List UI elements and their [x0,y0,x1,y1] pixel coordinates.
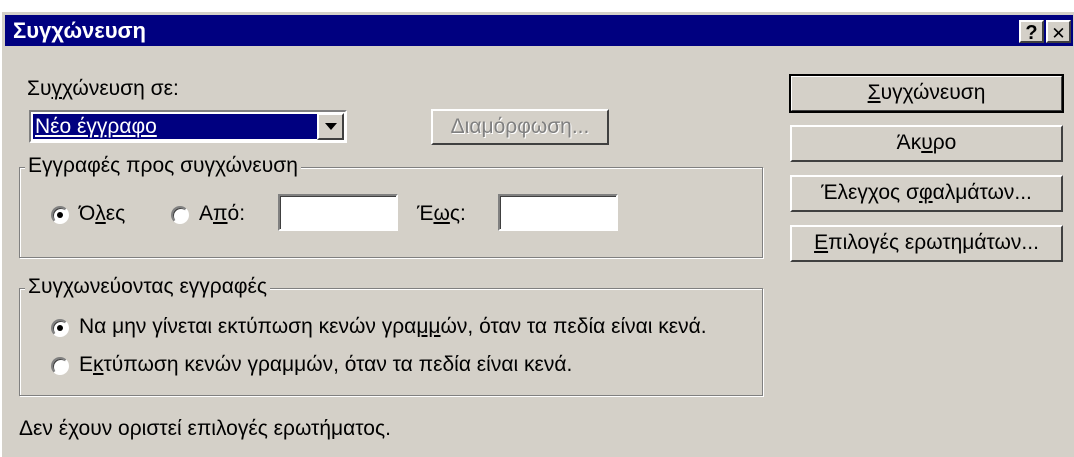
merge-button[interactable]: Συγχώνευση [789,74,1064,113]
help-icon: ? [1025,22,1038,44]
query-options-button[interactable]: Επιλογές ερωτημάτων... [790,225,1063,262]
print-blank-lines-label[interactable]: Εκτύπωση κενών γραμμών, όταν τα πεδία εί… [79,353,572,377]
print-blank-lines-radio[interactable] [51,357,69,375]
from-radio[interactable] [171,206,189,224]
setup-button[interactable]: Διαμόρφωση... [431,109,609,145]
cancel-button[interactable]: Άκυρο [790,125,1063,162]
all-records-label[interactable]: Όλες [79,202,125,226]
blank-fields-group-legend: Συγχωνεύοντας εγγραφές [25,275,270,299]
all-records-radio[interactable] [51,206,69,224]
merge-to-label: Συγχώνευση σε: [27,77,179,100]
chevron-down-icon[interactable] [317,113,344,140]
to-label[interactable]: Έως: [417,202,466,226]
title-bar[interactable]: Συγχώνευση ? ✕ [5,15,1073,46]
mail-merge-dialog: Συγχώνευση ? ✕ Συγχώνευση σε: Νέο έγγραφ… [2,12,1074,457]
no-blank-lines-radio[interactable] [51,319,69,337]
check-errors-button[interactable]: Έλεγχος σφαλμάτων... [790,175,1063,212]
dialog-title: Συγχώνευση [13,18,146,43]
merge-to-select[interactable]: Νέο έγγραφο [29,110,347,143]
records-group-legend: Εγγραφές προς συγχώνευση [25,154,301,178]
from-label[interactable]: Από: [199,202,245,226]
merge-to-selected-value: Νέο έγγραφο [33,114,317,139]
close-button[interactable]: ✕ [1046,20,1071,43]
query-status-text: Δεν έχουν οριστεί επιλογές ερωτήματος. [19,417,391,440]
help-button[interactable]: ? [1019,20,1044,44]
blank-fields-group [19,288,763,396]
close-icon: ✕ [1051,24,1066,43]
no-blank-lines-label[interactable]: Να μην γίνεται εκτύπωση κενών γραμμών, ό… [79,315,707,339]
to-input[interactable] [498,194,618,231]
from-input[interactable] [278,194,398,231]
